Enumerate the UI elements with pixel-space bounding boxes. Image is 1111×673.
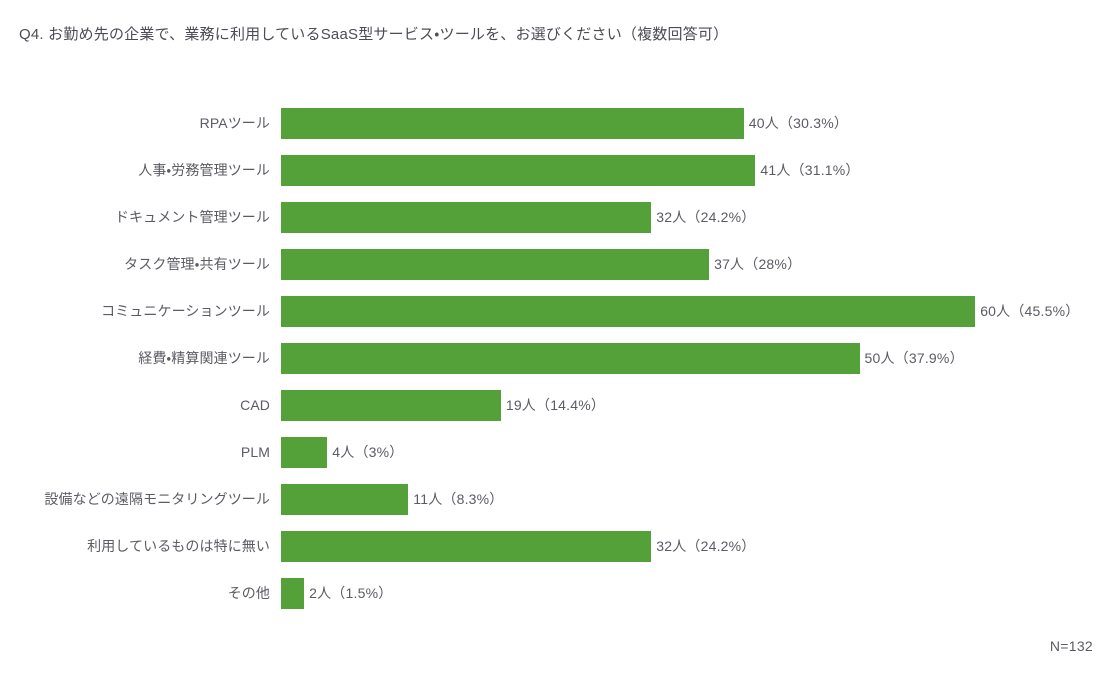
sample-size-note: N=132 [1049, 638, 1093, 654]
bar-segment [281, 437, 328, 468]
bar-value-label: 40人（30.3%） [748, 115, 849, 131]
bar-segment [281, 249, 710, 280]
category-label: PLM [240, 444, 270, 460]
category-label: コミュニケーションツール [101, 303, 270, 319]
bar-segment [281, 578, 305, 609]
bar-row: その他 2人（1.5%） [0, 578, 1111, 609]
bar-value-label: 50人（37.9%） [864, 350, 964, 366]
page-title: Q4. お勤め先の企業で、業務に利用しているSaaS型サービス・ツールを、お選び… [19, 26, 729, 43]
category-label: 経費・精算関連ツール [138, 350, 270, 366]
category-label: CAD [240, 397, 270, 413]
bar-segment [281, 390, 501, 421]
bar-segment [281, 343, 860, 374]
category-label: タスク管理・共有ツール [124, 256, 270, 272]
category-label: ドキュメント管理ツール [114, 209, 270, 225]
category-label: 利用しているものは特に無い [87, 538, 270, 554]
bar-segment [281, 108, 744, 139]
bar-segment [281, 202, 652, 233]
bar-row: 利用しているものは特に無い 32人（24.2%） [0, 531, 1111, 562]
category-label: その他 [227, 585, 270, 601]
bar-row: コミュニケーションツール 60人（45.5%） [0, 296, 1111, 327]
bar-segment [281, 484, 409, 515]
bar-row: 経費・精算関連ツール 50人（37.9%） [0, 343, 1111, 374]
bar-value-label: 37人（28%） [714, 256, 802, 272]
bar-chart-plot-area: RPAツール 40人（30.3%） 人事・労務管理ツール 41人（31.1%） ドキュメ… [0, 97, 1111, 622]
bar-segment [281, 531, 652, 562]
bar-value-label: 60人（45.5%） [980, 303, 1080, 319]
bar-row: 人事・労務管理ツール 41人（31.1%） [0, 155, 1111, 186]
category-label: 人事・労務管理ツール [138, 162, 270, 178]
category-label: 設備などの遠隔モニタリングツール [44, 491, 270, 507]
bar-row: PLM 4人（3%） [0, 437, 1111, 468]
bar-row: ドキュメント管理ツール 32人（24.2%） [0, 202, 1111, 233]
bar-value-label: 32人（24.2%） [656, 209, 756, 225]
bar-segment [281, 155, 756, 186]
bar-row: RPAツール 40人（30.3%） [0, 108, 1111, 139]
bar-segment [281, 296, 976, 327]
bar-value-label: 2人（1.5%） [309, 585, 393, 601]
bar-value-label: 32人（24.2%） [656, 538, 756, 554]
bar-row: 設備などの遠隔モニタリングツール 11人（8.3%） [0, 484, 1111, 515]
bar-row: タスク管理・共有ツール 37人（28%） [0, 249, 1111, 280]
bar-value-label: 19人（14.4%） [505, 397, 606, 413]
bar-row: CAD 19人（14.4%） [0, 390, 1111, 421]
bar-value-label: 4人（3%） [332, 444, 404, 460]
category-label: RPAツール [199, 115, 270, 131]
bar-value-label: 41人（31.1%） [760, 162, 860, 178]
bar-value-label: 11人（8.3%） [413, 491, 504, 507]
